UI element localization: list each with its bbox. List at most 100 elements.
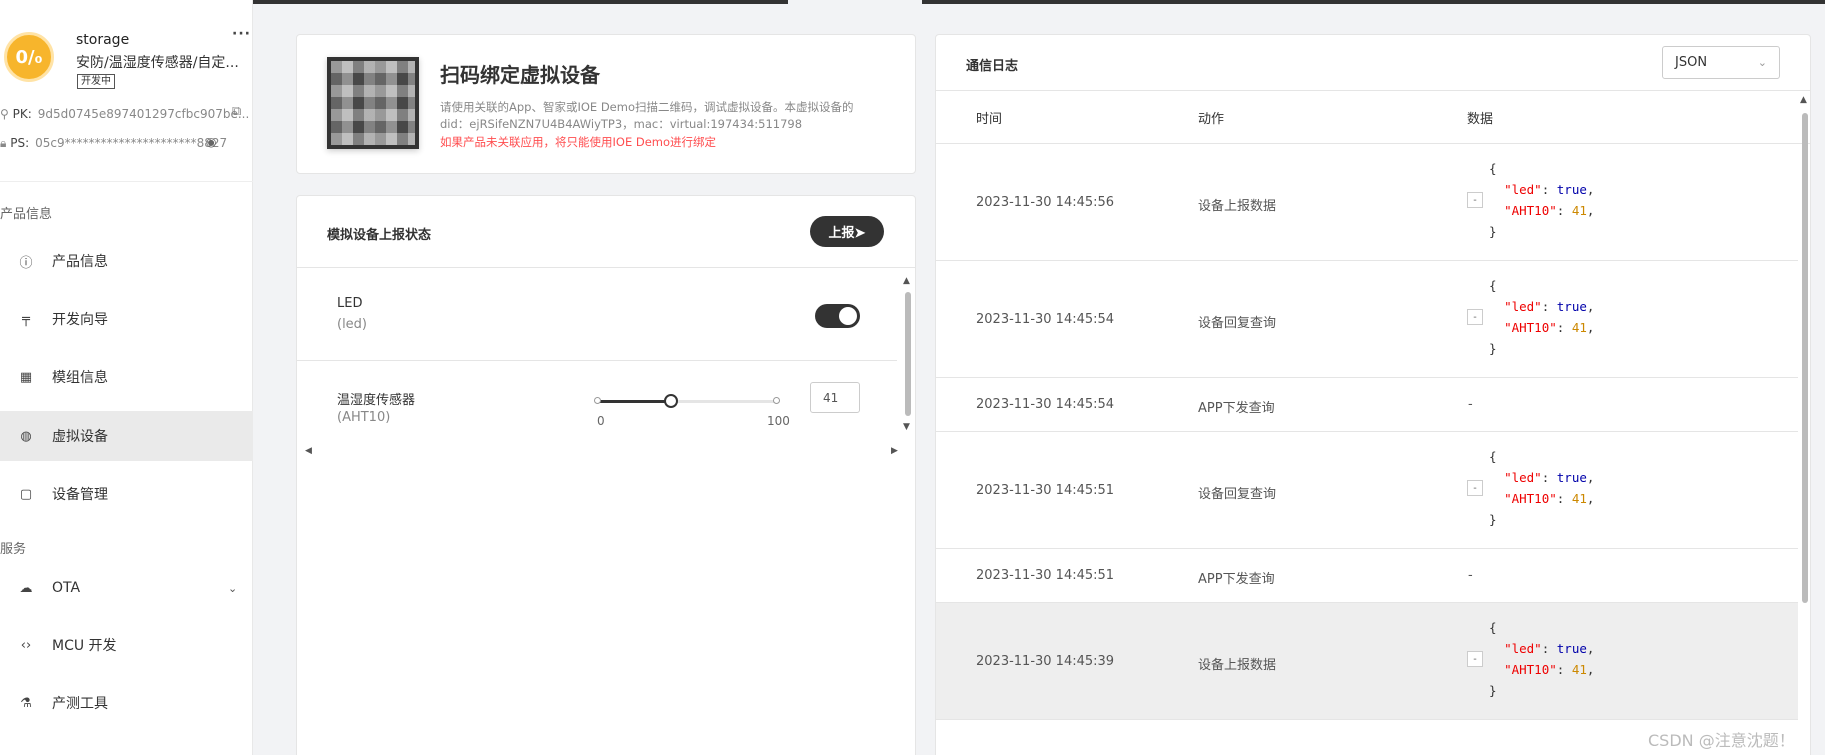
watermark: CSDN @注意沈题！ (1648, 731, 1795, 750)
signpost-icon: ╤ (22, 311, 30, 327)
sidebar-item-mcu[interactable]: ‹› MCU 开发 (0, 620, 253, 670)
key-icon: ⚲ (0, 107, 9, 121)
sidebar-item-label: OTA (52, 580, 81, 596)
aht10-value-input[interactable] (810, 382, 860, 413)
json-value: 41 (1571, 203, 1587, 218)
qr-code-image (327, 57, 419, 149)
clipboard-icon: ▢ (19, 486, 33, 502)
json-value: 41 (1571, 320, 1587, 335)
json-collapse-toggle[interactable]: - (1467, 192, 1483, 208)
sidebar-item-label: 虚拟设备 (52, 429, 108, 445)
prop-name: 温湿度传感器 (337, 393, 416, 408)
product-category: 安防/温湿度传感器/自定... (76, 55, 239, 71)
json-collapse-toggle[interactable]: - (1467, 309, 1483, 325)
log-action: 设备回复查询 (1198, 487, 1277, 502)
json-key: "led" (1504, 299, 1542, 314)
sidebar-item-test-tool[interactable]: ⚗ 产测工具 (0, 678, 253, 728)
virtual-device-icon: ◍ (20, 428, 32, 444)
more-icon[interactable]: ··· (232, 26, 251, 42)
col-data: 数据 (1467, 112, 1494, 127)
prop-list-hscrollbar[interactable]: ◀ ▶ (305, 446, 905, 458)
sidebar-item-ota[interactable]: ☁ OTA ⌄ (0, 563, 253, 613)
log-time: 2023-11-30 14:45:54 (976, 397, 1115, 412)
json-lines: { "led": true, "AHT10": 41,} (1489, 278, 1595, 356)
report-button[interactable]: 上报➤ (810, 216, 884, 247)
pk-label: PK: (12, 107, 32, 121)
log-time: 2023-11-30 14:45:56 (976, 195, 1115, 210)
comm-log-card: 通信日志 JSON ⌄ 时间 动作 数据 2023-11-30 14:45:56… (935, 34, 1811, 755)
log-row: 2023-11-30 14:45:39 设备上报数据 -{ "led": true,… (936, 603, 1798, 720)
prop-row-aht10: 温湿度传感器 (AHT10) 0 100 (297, 361, 897, 446)
log-action: APP下发查询 (1198, 401, 1275, 416)
json-value: 41 (1571, 491, 1587, 506)
json-lines: { "led": true, "AHT10": 41,} (1489, 449, 1595, 527)
scroll-right-icon[interactable]: ▶ (891, 446, 898, 456)
scrollbar-thumb[interactable] (905, 292, 911, 416)
slider-min-label: 0 (597, 414, 605, 428)
sidebar-item-dev-guide[interactable]: ╤ 开发向导 (0, 294, 253, 344)
chevron-down-icon: ⌄ (228, 581, 238, 595)
json-key: "AHT10" (1504, 320, 1557, 335)
json-collapse-toggle[interactable]: - (1467, 480, 1483, 496)
slider-fill (597, 400, 671, 403)
info-icon: ⓘ (19, 255, 33, 271)
slider-thumb[interactable] (663, 394, 678, 408)
scroll-up-icon[interactable]: ▲ (903, 276, 910, 286)
json-value: 41 (1571, 662, 1587, 677)
sidebar-item-label: 开发向导 (52, 312, 108, 328)
log-data-empty: - (1468, 568, 1473, 583)
json-key: "AHT10" (1504, 203, 1557, 218)
lock-icon: 🔒︎ (0, 136, 7, 150)
sidebar-item-virtual-device[interactable]: ◍ 虚拟设备 (0, 411, 253, 461)
slider-max-label: 100 (767, 414, 790, 428)
slider-end-dot (773, 397, 780, 404)
toggle-knob (839, 307, 857, 325)
json-value: true (1556, 299, 1587, 314)
scroll-up-icon[interactable]: ▲ (1800, 95, 1807, 105)
sidebar-item-product-info[interactable]: ⓘ 产品信息 (0, 236, 253, 286)
sidebar-item-label: 模组信息 (52, 370, 108, 386)
json-lines: { "led": true, "AHT10": 41,} (1489, 161, 1595, 239)
eye-icon[interactable]: ◉ (206, 135, 216, 149)
json-key: "AHT10" (1504, 491, 1557, 506)
divider (0, 181, 253, 182)
cloud-upload-icon: ☁ (19, 580, 33, 596)
col-time: 时间 (976, 112, 1003, 127)
sidebar-item-module-info[interactable]: ▦ 模组信息 (0, 352, 253, 402)
simulate-report-card: 模拟设备上报状态 上报➤ LED (led) 温湿度传感器 (AHT10) 0 … (296, 195, 916, 755)
copy-icon[interactable]: ⧉ (232, 104, 241, 119)
log-time: 2023-11-30 14:45:51 (976, 483, 1115, 498)
sidebar-item-label: MCU 开发 (52, 638, 117, 654)
log-action: 设备上报数据 (1198, 199, 1277, 214)
simulate-title: 模拟设备上报状态 (327, 228, 432, 243)
sidebar-item-label: 产品信息 (52, 254, 108, 270)
log-scrollbar[interactable]: ▲ (1799, 95, 1810, 755)
qr-description: 请使用关联的App、智家或IOE Demo扫描二维码，调试虚拟设备。本虚拟设备的… (440, 99, 890, 133)
slider-start-dot (594, 397, 601, 404)
log-time: 2023-11-30 14:45:54 (976, 312, 1115, 327)
qr-desc-line: did：ejRSifeNZN7U4B4AWiyTP3，mac：virtual:1… (440, 117, 803, 131)
product-key: ⚲ PK: 9d5d0745e897401297cfbc907be... (0, 107, 249, 121)
scroll-down-icon[interactable]: ▼ (903, 422, 910, 432)
scrollbar-thumb[interactable] (1802, 113, 1808, 603)
json-key: "led" (1504, 470, 1542, 485)
format-value: JSON (1675, 55, 1708, 70)
json-value: true (1556, 641, 1587, 656)
sidebar-item-label: 产测工具 (52, 696, 108, 712)
log-title: 通信日志 (966, 59, 1019, 74)
prop-identifier: (AHT10) (337, 410, 391, 425)
sidebar-item-device-manage[interactable]: ▢ 设备管理 (0, 469, 253, 519)
scroll-left-icon[interactable]: ◀ (305, 446, 312, 456)
aht10-slider[interactable] (594, 394, 780, 408)
json-lines: { "led": true, "AHT10": 41,} (1489, 620, 1595, 698)
log-time: 2023-11-30 14:45:51 (976, 568, 1115, 583)
format-select[interactable]: JSON ⌄ (1662, 46, 1780, 79)
product-name: storage (76, 32, 130, 48)
prop-list-scrollbar[interactable]: ▲ ▼ (902, 276, 914, 436)
col-action: 动作 (1198, 112, 1225, 127)
prop-name: LED (337, 296, 363, 311)
grid-icon: ▦ (19, 369, 33, 385)
prop-row-led: LED (led) (297, 268, 897, 361)
led-toggle[interactable] (815, 304, 860, 328)
json-collapse-toggle[interactable]: - (1467, 651, 1483, 667)
